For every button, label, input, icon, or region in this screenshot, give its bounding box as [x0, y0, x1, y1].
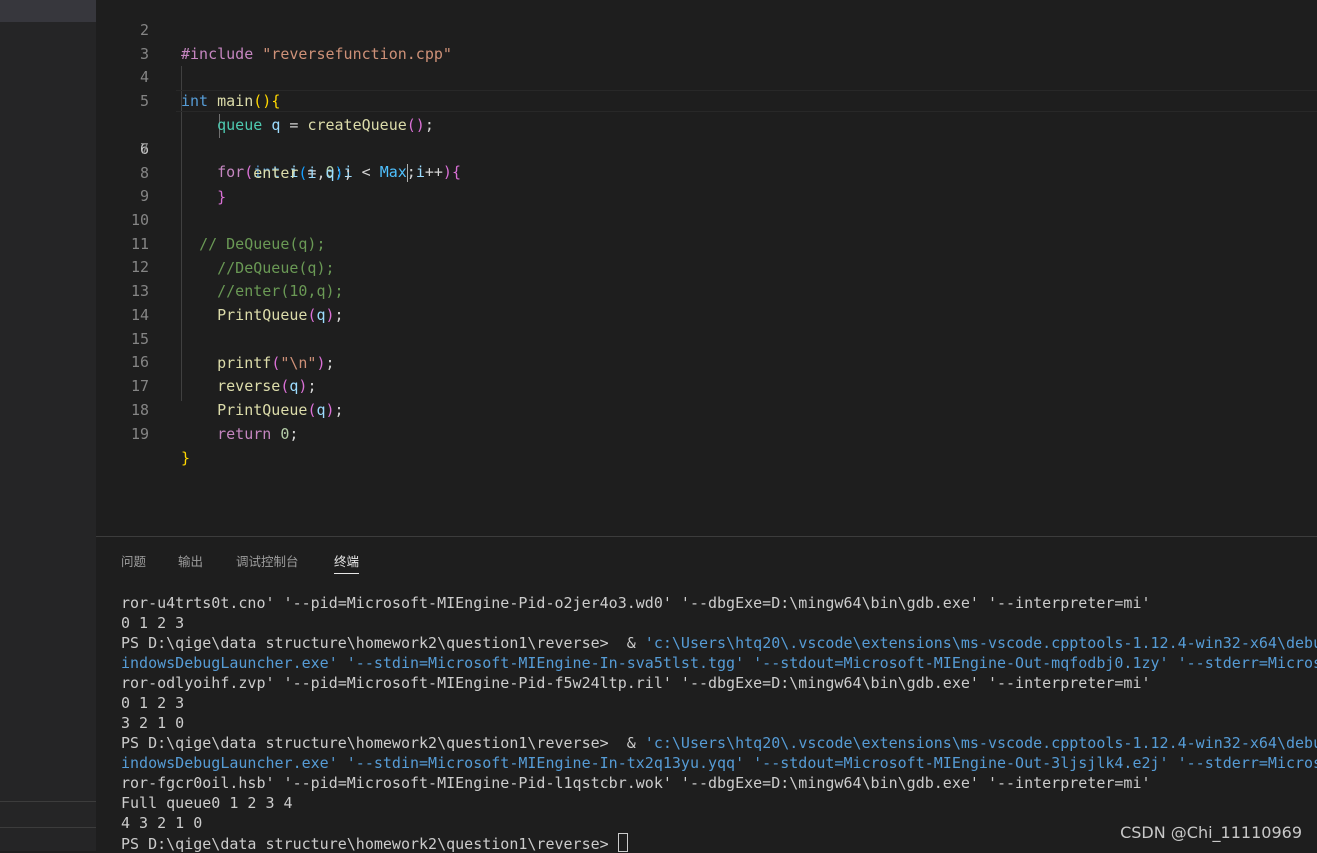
terminal-line: ror-u4trts0t.cno' '--pid=Microsoft-MIEng… [121, 593, 1317, 613]
code-editor[interactable]: 2 #include "reversefunction.cpp" 3 4 int… [96, 0, 1317, 536]
panel-tabs: 问题 输出 调试控制台 终端 [96, 537, 1317, 577]
explorer-sidebar [0, 0, 96, 851]
code-line: 18 return 0; [96, 375, 1317, 443]
code-line: 12 //enter(10,q); [96, 232, 1317, 300]
line-number: 19 [130, 424, 149, 443]
terminal-text: 3 2 1 0 [121, 714, 185, 732]
sidebar-divider [0, 801, 96, 802]
code-line: 19 } [96, 399, 1317, 467]
tab-debug-console[interactable]: 调试控制台 [236, 551, 299, 570]
tab-problems[interactable]: 问题 [121, 551, 146, 570]
code-line: 15 printf("\n"); [96, 304, 1317, 372]
terminal-line: ror-fgcr0oil.hsb' '--pid=Microsoft-MIEng… [121, 773, 1317, 793]
code-line-current: 6 for(int i = 0;i < Max;i++){ [96, 90, 1317, 182]
terminal-line: 0 1 2 3 [121, 613, 1317, 633]
terminal-line: 0 1 2 3 [121, 693, 1317, 713]
terminal-line: 3 2 1 0 [121, 713, 1317, 733]
code-line: 8 } [96, 138, 1317, 206]
watermark: CSDN @Chi_11110969 [1120, 823, 1302, 842]
code-line: 9 [96, 161, 1317, 205]
terminal-path-string: 'c:\Users\htq20\.vscode\extensions\ms-vs… [644, 634, 1317, 652]
terminal-text: ror-u4trts0t.cno' '--pid=Microsoft-MIEng… [121, 594, 1151, 612]
terminal-line: PS D:\qige\data structure\homework2\ques… [121, 633, 1317, 653]
terminal-text: ror-fgcr0oil.hsb' '--pid=Microsoft-MIEng… [121, 774, 1151, 792]
code-line: 13 PrintQueue(q); [96, 256, 1317, 324]
terminal-text: Full queue0 1 2 3 4 [121, 794, 293, 812]
terminal-text: 4 3 2 1 0 [121, 814, 203, 832]
sidebar-divider [0, 827, 96, 828]
terminal-line: ror-odlyoihf.zvp' '--pid=Microsoft-MIEng… [121, 673, 1317, 693]
sidebar-selected-item[interactable] [0, 0, 96, 22]
terminal-text: ror-odlyoihf.zvp' '--pid=Microsoft-MIEng… [121, 674, 1151, 692]
code-line: 4 int main(){ [96, 42, 1317, 110]
code-line: 3 [96, 19, 1317, 63]
code-line: 14 [96, 280, 1317, 324]
code-line: 5 queue q = createQueue(); [96, 66, 1317, 134]
terminal-output[interactable]: ror-u4trts0t.cno' '--pid=Microsoft-MIEng… [121, 593, 1317, 853]
terminal-line: indowsDebugLauncher.exe' '--stdin=Micros… [121, 753, 1317, 773]
number-literal: 0 [280, 424, 290, 443]
terminal-path-string: indowsDebugLauncher.exe' '--stdin=Micros… [121, 754, 1317, 772]
terminal-cursor [617, 833, 628, 852]
terminal-text: 0 1 2 3 [121, 614, 185, 632]
bottom-panel: 问题 输出 调试控制台 终端 ror-u4trts0t.cno' '--pid=… [96, 536, 1317, 853]
code-line: 16 reverse(q); [96, 327, 1317, 395]
terminal-path-string: indowsDebugLauncher.exe' '--stdin=Micros… [121, 654, 1317, 672]
tab-terminal[interactable]: 终端 [334, 551, 360, 574]
terminal-line: PS D:\qige\data structure\homework2\ques… [121, 733, 1317, 753]
terminal-text: 0 1 2 3 [121, 694, 185, 712]
code-line: 7 enter(i,q); [96, 114, 1317, 182]
code-line: 10 // DeQueue(q); [96, 185, 1317, 253]
terminal-text: PS D:\qige\data structure\homework2\ques… [121, 835, 618, 853]
code-line: 17 PrintQueue(q); [96, 351, 1317, 419]
terminal-text: PS D:\qige\data structure\homework2\ques… [121, 634, 645, 652]
keyword-return: return [217, 424, 272, 443]
terminal-path-string: 'c:\Users\htq20\.vscode\extensions\ms-vs… [644, 734, 1317, 752]
terminal-line: indowsDebugLauncher.exe' '--stdin=Micros… [121, 653, 1317, 673]
terminal-text: PS D:\qige\data structure\homework2\ques… [121, 734, 645, 752]
code-line: 2 #include "reversefunction.cpp" [96, 0, 1317, 63]
tab-output[interactable]: 输出 [178, 551, 203, 570]
code-line: 11 //DeQueue(q); [96, 209, 1317, 277]
terminal-line: Full queue0 1 2 3 4 [121, 793, 1317, 813]
